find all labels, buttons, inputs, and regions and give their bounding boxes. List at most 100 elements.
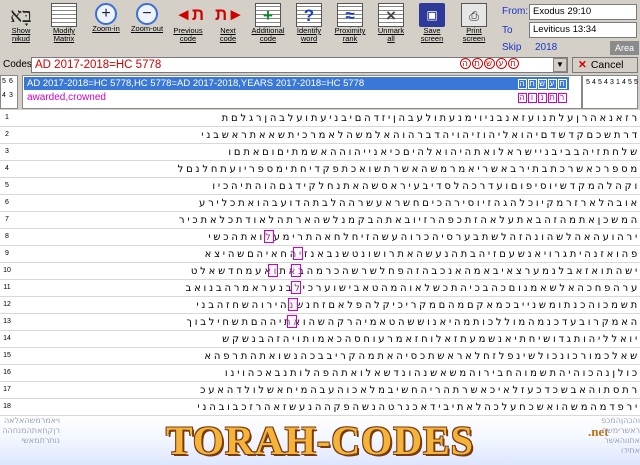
row-letters: וקהלהמקדשיוסיפוםועדרכהלסדיבעיראסשהאתנחלק… [212, 181, 640, 192]
save-screen-button[interactable]: ▣ Save screen [412, 2, 452, 54]
row-number: 13 [3, 318, 11, 325]
modify-matrix-button[interactable]: Modify Matrix [44, 2, 84, 54]
highlighted-letter-box [291, 264, 301, 277]
row-letters: ערהפחכהאלשאמנוםכהבכיהתכשלאוהמהטאבישוערכי… [185, 283, 640, 294]
term-row-selected[interactable]: AD 2017-2018=HC 5778,HC 5778=AD 2017-201… [24, 77, 569, 90]
skip-value: 2018 [535, 42, 558, 53]
zoom-in-icon: + [95, 3, 117, 25]
term-tag: הונתר [517, 91, 567, 104]
matrix-row: 5 וקהלהמקדשיוסיפוםועדרכהלסדיבעיראסשהאתנחל… [0, 178, 640, 195]
highlighted-letter-box [293, 247, 303, 260]
code-letter-circle: ה [460, 58, 471, 69]
show-nikud-label: Show nikud [11, 26, 31, 43]
hebrew-letters-icon: בָּא [10, 3, 32, 27]
unmark-all-icon: × [378, 3, 404, 27]
code-letter-circle: ש [484, 58, 495, 69]
chevron-down-icon[interactable]: ▼ [553, 58, 567, 72]
row-letters: אובהלארזרמקיוכלהגהזיוסירהכיםחשראעשרההלבת… [199, 198, 640, 209]
torah-codes-logo: TORAH-CODES [165, 418, 475, 463]
identify-word-button[interactable]: ? Identify word [289, 2, 329, 54]
footer-right-text: והכהןהמכפראשרימשחאתווהאשראתידו [601, 416, 640, 455]
printer-icon: ⎙ [461, 3, 487, 27]
term-letter-box: ע [548, 79, 557, 89]
right-number-strip: 545431455 [582, 75, 638, 109]
range-panel: From: Exodus 29:10 To Leviticus 13:34 Sk… [502, 3, 639, 57]
codes-value: AD 2017-2018=HC 5778 [35, 59, 162, 71]
close-icon: ✕ [578, 59, 587, 71]
zoom-out-button[interactable]: − Zoom-out [127, 2, 167, 54]
term-letter-box: ש [538, 79, 547, 89]
torah-codes-window: בָּא Show nikud Modify Matrix + Zoom-in … [0, 0, 640, 465]
next-code-button[interactable]: ת► Next code [208, 2, 248, 54]
footer-banner: ויאמרמשהאלאהרןקחאתהמנחההנותרתמאשי TORAH-… [0, 416, 640, 465]
matrix-row: 18 ירפדמהמשהואשכחעלכהלאתיבידאכנרטהנשהפקהה… [0, 399, 640, 416]
next-code-icon: ת► [215, 5, 245, 24]
to-label: To [502, 25, 513, 36]
show-nikud-button[interactable]: בָּא Show nikud [1, 2, 41, 54]
to-field[interactable]: Leviticus 13:34 [529, 22, 637, 38]
highlighted-letter-box [291, 281, 301, 294]
unmark-all-label: Unmark all [377, 26, 405, 43]
term-row[interactable]: awarded,crowned הונתר [24, 91, 569, 105]
term-letter-box: נ [538, 93, 547, 103]
row-number: 9 [5, 250, 9, 257]
term-letter-box: ה [518, 79, 527, 89]
row-letters: מספרכאשרכתבתירבאשריאמרמשהאשרתשואכתפקדיחת… [177, 164, 640, 175]
row-number: 8 [5, 233, 9, 240]
cancel-button[interactable]: ✕ Cancel [572, 57, 638, 73]
row-number: 18 [3, 403, 11, 410]
term-list: AD 2017-2018=HC 5778,HC 5778=AD 2017-201… [22, 75, 582, 109]
matrix-row: 7 המשכןאתמהזהבאתעלאהזתכפהרזיובאתהבקמנלשהא… [0, 212, 640, 229]
matrix-row: 13 האמקרובעדכנמהמוללכותמהיאנוששהטאמיהרקהש… [0, 314, 640, 331]
skip-label: Skip [502, 42, 522, 53]
toolbar: בָּא Show nikud Modify Matrix + Zoom-in … [0, 0, 640, 56]
matrix-row: 15 שאלכמורכונכולשינפלזחלאראשתכסיהאתמהקריב… [0, 348, 640, 365]
area-button[interactable]: Area [610, 41, 639, 55]
matrix-row: 8 ירהועהאהלשהונהזהלשתבערסיהכרוהעשהזיחלחאה… [0, 229, 640, 246]
code-letter-circle: ת [472, 58, 483, 69]
row-letters: רזאנאהרןעלתנועזאנבניוימנעתולעבהןיזדהםיבנ… [221, 113, 640, 124]
matrix-row: 9 פהואזנהיתגרויאנשעםזיהבתהנעשהאתרושונטשנב… [0, 246, 640, 263]
row-number: 11 [3, 284, 11, 291]
letter-matrix[interactable]: 1 רזאנאהרןעלתנועזאנבניוימנעתולעבהןיזדהםיב… [0, 110, 640, 416]
matrix-row: 2 דרתשכםקדשדםיהואליהוזיהויהדברהוהאלמשהלאמ… [0, 127, 640, 144]
row-number: 16 [3, 369, 11, 376]
highlighted-letter-box [287, 315, 297, 328]
codes-bar: Codes: AD 2017-2018=HC 5778 התשעח ▼ ✕ Can… [0, 56, 640, 74]
matrix-row: 6 אובהלארזרמקיוכלהגהזיוסירהכיםחשראעשרההלב… [0, 195, 640, 212]
zoom-in-button[interactable]: + Zoom-in [86, 2, 126, 54]
identify-word-label: Identify word [296, 26, 322, 43]
additional-code-button[interactable]: + Additional code [248, 2, 288, 54]
unmark-all-button[interactable]: × Unmark all [371, 2, 411, 54]
footer-left-text: ויאמרמשהאלאהרןקחאתהמנחההנותרתמאשי [2, 416, 60, 445]
row-letters: האמקרובעדכנמהמוללכותמהיאנוששהטאמיהרקהשהו… [186, 317, 640, 328]
matrix-grid-icon [51, 3, 77, 27]
previous-code-label: Previous code [173, 26, 203, 43]
matrix-row: 1 רזאנאהרןעלתנועזאנבניוימנעתולעבהןיזדהםיב… [0, 110, 640, 127]
previous-code-button[interactable]: ◄ת Previous code [168, 2, 208, 54]
matrix-row: 11 ערהפחכהאלשאמנוםכהבכיהתכשלאוהמהטאבישוער… [0, 280, 640, 297]
term-number: 6 [9, 78, 13, 85]
additional-code-label: Additional code [251, 26, 285, 43]
row-number: 1 [5, 114, 9, 121]
term-number: 4 [2, 92, 6, 99]
row-letters: כולןנהכוהיהתשמוהחבירוהמשאשנהונדשאלואתהפה… [224, 368, 640, 379]
proximity-rank-button[interactable]: ≈ Proximity rank [330, 2, 370, 54]
code-letter-circle: ח [508, 58, 519, 69]
row-number: 7 [5, 216, 9, 223]
row-letters: רתסתוהאבשכדכעזלאיכאשרתהריהחשיבמלאכוהעבהמ… [200, 385, 640, 396]
modify-matrix-label: Modify Matrix [52, 26, 76, 43]
row-letters: דרתשכםקדשדםיהואליהוזיהויהדברהוהאלמשהלאמר… [201, 130, 640, 141]
code-letter-circle: ע [496, 58, 507, 69]
highlighted-letter-box [264, 230, 274, 243]
row-number: 5 [5, 182, 9, 189]
highlighted-letter-box [268, 264, 278, 277]
print-screen-button[interactable]: ⎙ Print screen [454, 2, 494, 54]
term-letter-box: ר [558, 93, 567, 103]
row-letters: שאלכמורכונכולשינפלזחלאראשתכסיהאתמהקריבבכ… [204, 351, 640, 362]
from-field[interactable]: Exodus 29:10 [529, 4, 637, 20]
previous-code-icon: ◄ת [175, 5, 205, 24]
zoom-in-label: Zoom-in [92, 24, 120, 33]
matrix-row: 17 רתסתוהאבשכדכעזלאיכאשרתהריהחשיבמלאכוהעב… [0, 382, 640, 399]
proximity-rank-icon: ≈ [337, 3, 363, 27]
